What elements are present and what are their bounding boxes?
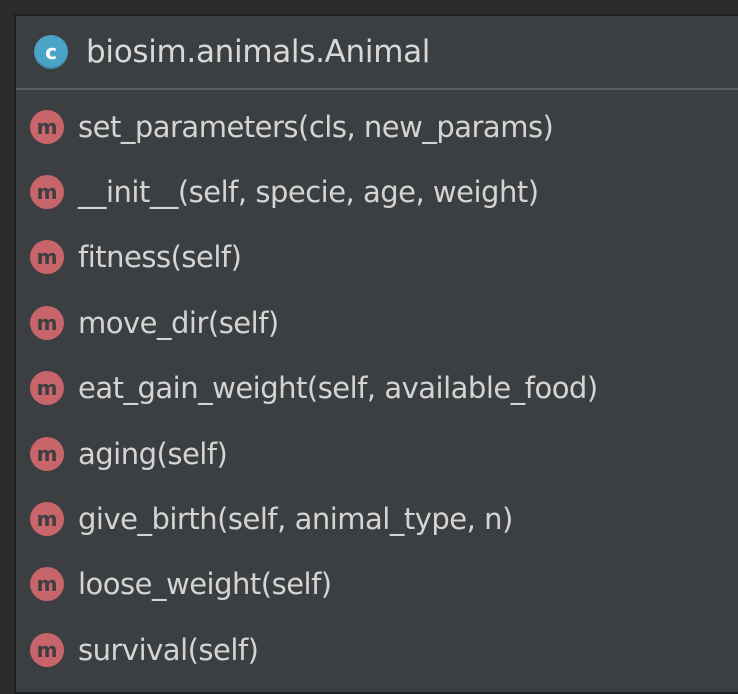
method-signature: eat_gain_weight(self, available_food): [78, 371, 598, 406]
method-row-init[interactable]: m __init__(self, specie, age, weight): [16, 159, 738, 224]
method-row-move-dir[interactable]: m move_dir(self): [16, 290, 738, 355]
uml-class-box: c biosim.animals.Animal m set_parameters…: [14, 14, 738, 694]
method-icon: m: [30, 436, 64, 471]
method-icon: m: [30, 567, 64, 602]
method-icon: m: [30, 240, 64, 275]
class-header[interactable]: c biosim.animals.Animal: [16, 16, 738, 90]
method-icon: m: [30, 175, 64, 210]
methods-list: m set_parameters(cls, new_params) m __in…: [16, 90, 738, 683]
method-row-fitness[interactable]: m fitness(self): [16, 225, 738, 290]
method-icon: m: [30, 632, 64, 667]
class-name: biosim.animals.Animal: [86, 34, 431, 70]
method-signature: aging(self): [78, 436, 228, 471]
method-row-survival[interactable]: m survival(self): [16, 617, 738, 682]
method-icon: m: [30, 502, 64, 537]
method-signature: survival(self): [78, 632, 259, 667]
method-row-give-birth[interactable]: m give_birth(self, animal_type, n): [16, 486, 738, 551]
method-row-aging[interactable]: m aging(self): [16, 421, 738, 486]
method-signature: __init__(self, specie, age, weight): [78, 175, 539, 210]
method-icon: m: [30, 109, 64, 144]
method-signature: set_parameters(cls, new_params): [78, 109, 554, 144]
method-icon: m: [30, 305, 64, 340]
method-signature: move_dir(self): [78, 305, 279, 340]
method-signature: give_birth(self, animal_type, n): [78, 502, 513, 537]
method-row-loose-weight[interactable]: m loose_weight(self): [16, 552, 738, 617]
method-signature: fitness(self): [78, 240, 242, 275]
method-icon: m: [30, 371, 64, 406]
method-row-set-parameters[interactable]: m set_parameters(cls, new_params): [16, 94, 738, 159]
method-row-eat-gain-weight[interactable]: m eat_gain_weight(self, available_food): [16, 356, 738, 421]
method-signature: loose_weight(self): [78, 567, 332, 602]
class-icon: c: [34, 35, 68, 69]
